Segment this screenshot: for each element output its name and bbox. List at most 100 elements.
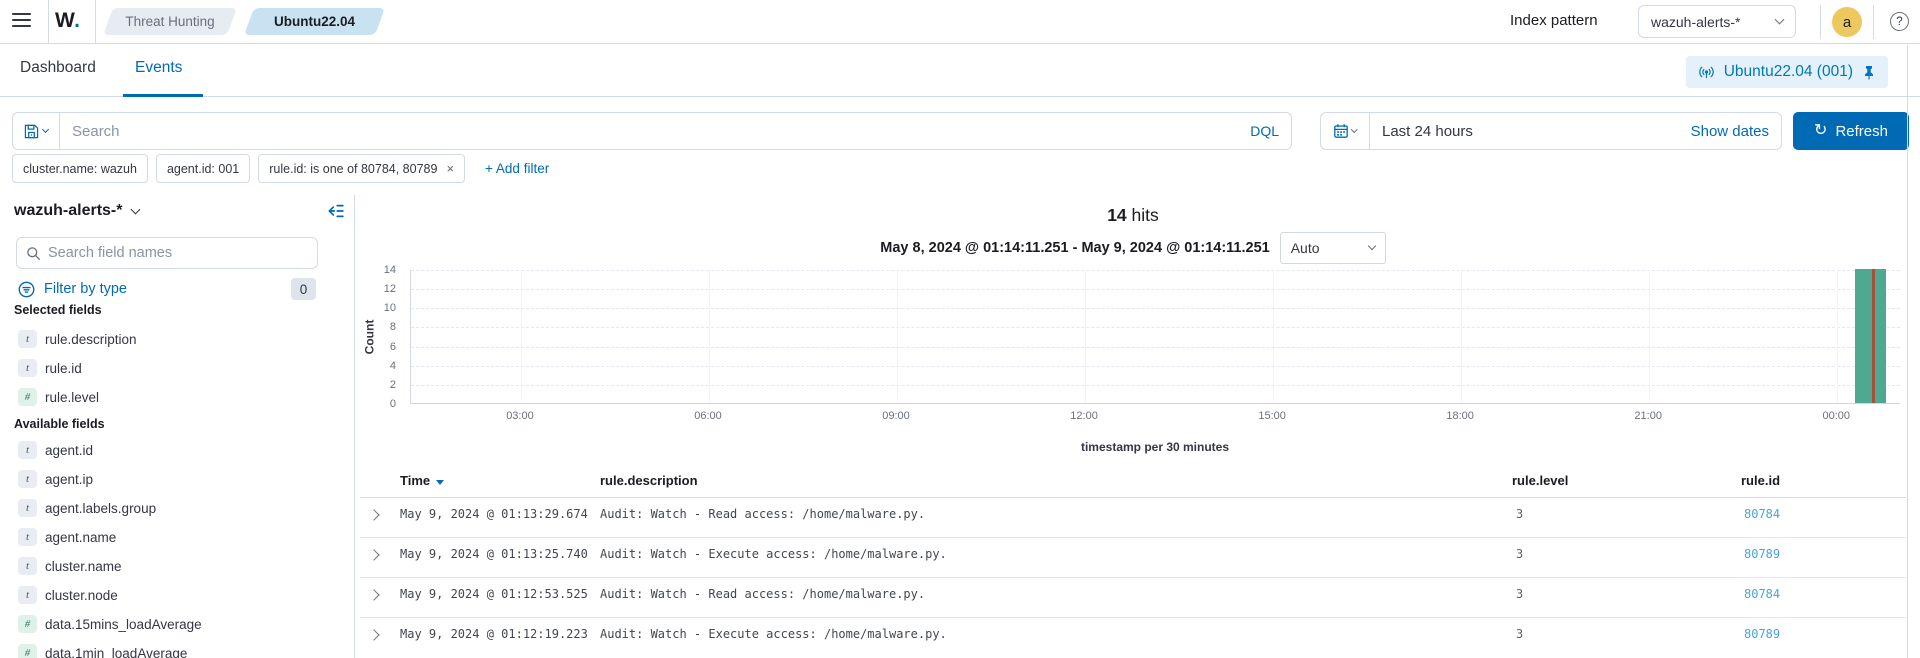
cell-rule-id-link[interactable]: 80789 (1744, 547, 1780, 561)
agent-badge[interactable]: Ubuntu22.04 (001) (1686, 56, 1888, 88)
field-item-rule-level[interactable]: # rule.level (18, 387, 99, 407)
filter-pill-cluster-name[interactable]: cluster.name: wazuh (12, 154, 148, 183)
main-scrollbar[interactable] (1907, 45, 1908, 658)
avatar[interactable]: a (1832, 7, 1862, 37)
expand-row-icon[interactable] (368, 629, 379, 640)
field-item-data-1min-loadaverage[interactable]: # data.1min_loadAverage (18, 643, 187, 658)
y-tick-label: 4 (390, 360, 396, 372)
x-tick-label: 00:00 (1822, 410, 1850, 422)
column-header-rule-level[interactable]: rule.level (1512, 473, 1568, 488)
pin-icon[interactable] (1862, 65, 1876, 80)
help-icon[interactable]: ? (1890, 12, 1909, 31)
table-row[interactable]: May 9, 2024 @ 01:13:29.674 Audit: Watch … (360, 498, 1906, 538)
cell-rule-description: Audit: Watch - Read access: /home/malwar… (600, 507, 925, 521)
hits-unit: hits (1132, 205, 1159, 225)
column-label: Time (400, 473, 430, 488)
field-item-agent-ip[interactable]: t agent.ip (18, 469, 93, 489)
add-filter-button[interactable]: + Add filter (485, 161, 549, 176)
app-logo[interactable]: W. (55, 9, 81, 33)
available-fields-header: Available fields (14, 417, 105, 431)
x-tick-label: 15:00 (1258, 410, 1286, 422)
field-item-agent-labels-group[interactable]: t agent.labels.group (18, 498, 156, 518)
y-tick-label: 2 (390, 379, 396, 391)
field-search-input[interactable] (48, 245, 308, 261)
query-language-button[interactable]: DQL (1238, 123, 1291, 139)
cell-rule-id-link[interactable]: 80789 (1744, 627, 1780, 641)
expand-row-icon[interactable] (368, 589, 379, 600)
hits-count: 14 hits (360, 205, 1906, 226)
interval-select[interactable]: Auto (1280, 232, 1386, 264)
filter-pill-agent-id[interactable]: agent.id: 001 (156, 154, 250, 183)
field-item-rule-description[interactable]: t rule.description (18, 329, 137, 349)
collapse-sidebar-icon[interactable] (326, 202, 344, 220)
tab-bar: Dashboard Events Ubuntu22.04 (001) (0, 45, 1920, 97)
filter-pill-label: cluster.name: wazuh (23, 162, 137, 176)
column-header-rule-id[interactable]: rule.id (1741, 473, 1780, 488)
field-name: cluster.name (45, 559, 122, 574)
index-pattern-switcher[interactable]: wazuh-alerts-* (14, 198, 139, 224)
field-item-cluster-node[interactable]: t cluster.node (18, 585, 118, 605)
gridline-horizontal (411, 289, 1900, 290)
field-type-string-icon: t (18, 586, 37, 604)
field-item-agent-name[interactable]: t agent.name (18, 527, 116, 547)
close-icon[interactable]: × (446, 161, 454, 176)
gridline-vertical (1273, 270, 1274, 403)
gridline-vertical (1649, 270, 1650, 403)
field-item-rule-id[interactable]: t rule.id (18, 358, 82, 378)
table-row[interactable]: May 9, 2024 @ 01:13:25.740 Audit: Watch … (360, 538, 1906, 578)
field-name: rule.id (45, 361, 82, 376)
field-item-cluster-name[interactable]: t cluster.name (18, 556, 122, 576)
y-tick-label: 6 (390, 341, 396, 353)
column-header-time[interactable]: Time (400, 473, 444, 488)
gridline-vertical (521, 270, 522, 403)
save-icon (24, 124, 39, 139)
refresh-button[interactable]: ↻ Refresh (1793, 112, 1909, 150)
x-tick-label: 09:00 (882, 410, 910, 422)
field-type-string-icon: t (18, 528, 37, 546)
divider (1873, 5, 1874, 39)
save-query-button[interactable] (13, 113, 60, 149)
histogram-bar[interactable] (1855, 269, 1886, 403)
field-item-agent-id[interactable]: t agent.id (18, 440, 93, 460)
tab-dashboard[interactable]: Dashboard (20, 59, 96, 77)
menu-icon[interactable] (12, 13, 31, 28)
cell-rule-level: 3 (1516, 507, 1523, 521)
x-tick-label: 21:00 (1634, 410, 1662, 422)
cell-rule-id-link[interactable]: 80784 (1744, 507, 1780, 521)
y-tick-label: 10 (384, 302, 396, 314)
sort-desc-icon (436, 480, 444, 485)
filter-pill-label: agent.id: 001 (167, 162, 239, 176)
filter-pill-rule-id[interactable]: rule.id: is one of 80784, 80789 × (258, 154, 465, 183)
active-tab-underline (123, 94, 203, 97)
expand-row-icon[interactable] (368, 509, 379, 520)
cell-rule-id-link[interactable]: 80784 (1744, 587, 1780, 601)
expand-row-icon[interactable] (368, 549, 379, 560)
column-header-rule-description[interactable]: rule.description (600, 473, 698, 488)
show-dates-link[interactable]: Show dates (1691, 123, 1781, 140)
chevron-down-icon (1367, 241, 1375, 249)
field-item-data-15mins-loadaverage[interactable]: # data.15mins_loadAverage (18, 614, 202, 634)
date-quick-select-button[interactable] (1321, 113, 1370, 149)
index-pattern-select[interactable]: wazuh-alerts-* (1638, 5, 1796, 38)
selected-fields-header: Selected fields (14, 303, 102, 317)
chevron-down-icon (42, 125, 49, 132)
breadcrumb-agent[interactable]: Ubuntu22.04 (249, 8, 380, 35)
table-row[interactable]: May 9, 2024 @ 01:12:53.525 Audit: Watch … (360, 578, 1906, 618)
histogram-plot[interactable] (410, 270, 1900, 404)
cell-rule-description: Audit: Watch - Read access: /home/malwar… (600, 587, 925, 601)
field-name: cluster.node (45, 588, 118, 603)
gridline-vertical (1837, 270, 1838, 403)
chevron-down-icon (1351, 126, 1357, 132)
cell-time: May 9, 2024 @ 01:12:19.223 (400, 627, 588, 641)
table-row[interactable]: May 9, 2024 @ 01:12:19.223 Audit: Watch … (360, 618, 1906, 658)
time-range-value[interactable]: Last 24 hours (1370, 123, 1473, 140)
index-pattern-label: Index pattern (1510, 12, 1598, 29)
breadcrumb-module[interactable]: Threat Hunting (108, 8, 232, 35)
field-name: agent.name (45, 530, 116, 545)
sidebar-scrollbar[interactable] (354, 195, 355, 658)
date-range-text: May 8, 2024 @ 01:14:11.251 - May 9, 2024… (880, 240, 1269, 256)
filter-by-type-button[interactable]: Filter by type (18, 276, 127, 302)
field-type-string-icon: t (18, 330, 37, 348)
search-input[interactable] (60, 123, 1238, 140)
tab-events[interactable]: Events (135, 59, 182, 77)
